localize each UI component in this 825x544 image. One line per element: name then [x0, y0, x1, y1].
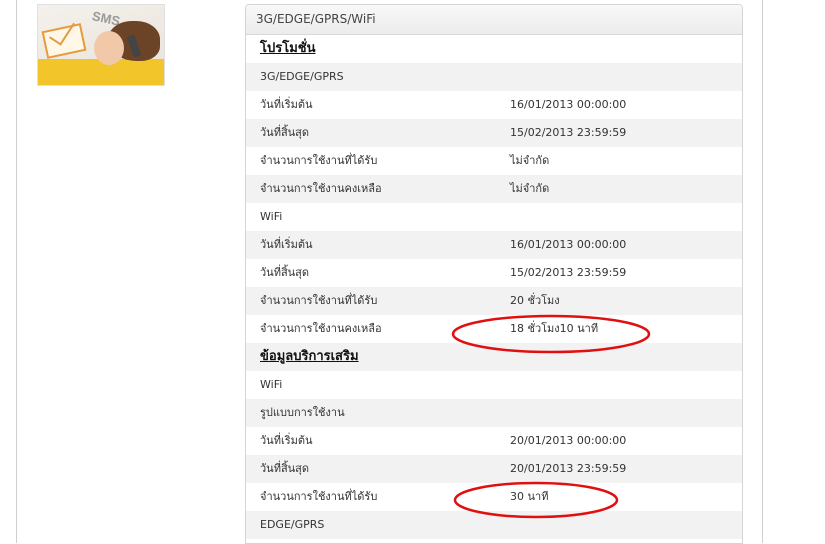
row-label: จำนวนการใช้งานที่ได้รับ: [260, 154, 378, 167]
row-label: จำนวนการใช้งานคงเหลือ: [260, 182, 382, 195]
row-value: 16/01/2013 00:00:00: [510, 98, 627, 111]
row-label: วันที่เริ่มต้น: [260, 238, 313, 251]
row-label: วันที่สิ้นสุด: [260, 126, 310, 139]
table-row: จำนวนการใช้งานที่ได้รับ 30 นาที: [246, 483, 742, 511]
group-row: WiFi: [246, 203, 742, 231]
table-row: วันที่สิ้นสุด 15/02/2013 23:59:59: [246, 119, 742, 147]
row-value: 15/02/2013 23:59:59: [510, 126, 627, 139]
table-row: จำนวนการใช้งานคงเหลือ ไม่จำกัด: [246, 175, 742, 203]
table-row: วันที่สิ้นสุด 20/01/2013 23:59:59: [246, 455, 742, 483]
row-value: 15/02/2013 23:59:59: [510, 266, 627, 279]
row-value: 20/01/2013 23:59:59: [510, 462, 627, 475]
table-row: วันที่เริ่มต้น 16/01/2013 00:00:00: [246, 91, 742, 119]
row-value: ไม่จำกัด: [510, 182, 550, 195]
table-row: วันที่เริ่มต้น 16/01/2013 00:00:00: [246, 231, 742, 259]
row-value: 20 ชั่วโมง: [510, 294, 560, 307]
row-value: ไม่จำกัด: [510, 154, 550, 167]
promo-image-face: [94, 31, 124, 65]
row-label: WiFi: [260, 378, 283, 391]
panel-title: 3G/EDGE/GPRS/WiFi: [246, 5, 742, 35]
section-title: ข้อมูลบริการเสริม: [260, 349, 359, 364]
row-label: WiFi: [260, 210, 283, 223]
row-label: รูปแบบการใช้งาน: [260, 406, 345, 419]
table-row: จำนวนการใช้งานคงเหลือ 18 ชั่วโมง10 นาที: [246, 315, 742, 343]
group-row: WiFi: [246, 371, 742, 399]
row-label: วันที่เริ่มต้น: [260, 98, 313, 111]
table-row: จำนวนการใช้งานที่ได้รับ 20 ชั่วโมง: [246, 287, 742, 315]
section-heading: ข้อมูลบริการเสริม: [246, 343, 742, 371]
section-title: โปรโมชั่น: [260, 41, 316, 56]
row-value: 20/01/2013 00:00:00: [510, 434, 627, 447]
table-row: วันที่เริ่มต้น 20/01/2013 00:00:00: [246, 427, 742, 455]
group-row: รูปแบบการใช้งาน: [246, 399, 742, 427]
row-label: 3G/EDGE/GPRS: [260, 70, 344, 83]
row-value: 18 ชั่วโมง10 นาที: [510, 322, 599, 335]
table-row: จำนวนการใช้งานที่ได้รับ ไม่จำกัด: [246, 147, 742, 175]
row-label: EDGE/GPRS: [260, 518, 325, 531]
table-row: วันที่สิ้นสุด 15/02/2013 23:59:59: [246, 259, 742, 287]
row-label: จำนวนการใช้งานที่ได้รับ: [260, 294, 378, 307]
sms-promo-image[interactable]: SMS: [37, 4, 165, 86]
info-table: โปรโมชั่น 3G/EDGE/GPRS วันที่เริ่มต้น 16/01…: [246, 35, 742, 539]
group-row: EDGE/GPRS: [246, 511, 742, 539]
row-label: วันที่สิ้นสุด: [260, 462, 310, 475]
package-info-panel: 3G/EDGE/GPRS/WiFi โปรโมชั่น 3G/EDGE/GPRS ว…: [245, 4, 743, 544]
row-label: จำนวนการใช้งานที่ได้รับ: [260, 490, 378, 503]
row-label: วันที่สิ้นสุด: [260, 266, 310, 279]
row-value: 30 นาที: [510, 490, 549, 503]
row-value: 16/01/2013 00:00:00: [510, 238, 627, 251]
group-row: 3G/EDGE/GPRS: [246, 63, 742, 91]
envelope-icon: [41, 23, 87, 59]
row-label: จำนวนการใช้งานคงเหลือ: [260, 322, 382, 335]
row-label: วันที่เริ่มต้น: [260, 434, 313, 447]
section-heading: โปรโมชั่น: [246, 35, 742, 63]
